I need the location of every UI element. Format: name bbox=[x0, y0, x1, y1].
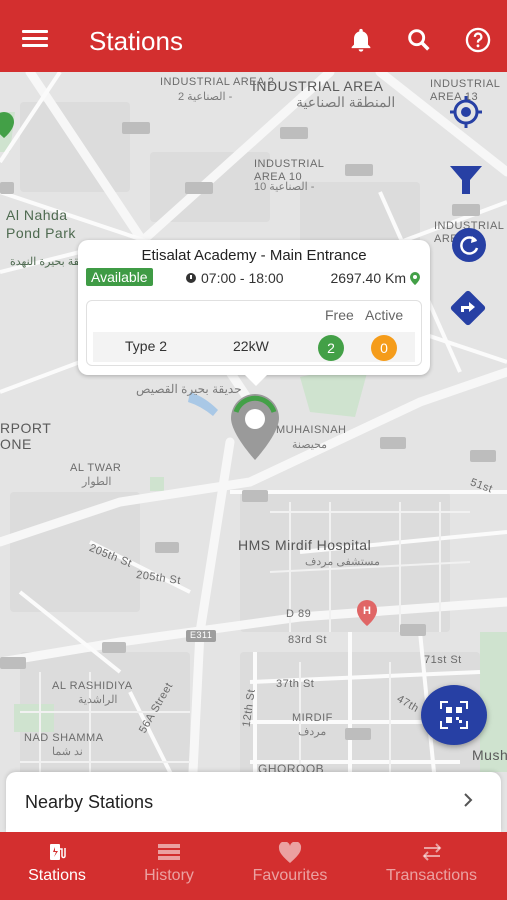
distance: 2697.40 Km bbox=[330, 270, 420, 286]
status-badge: Available bbox=[86, 268, 153, 286]
map-label: الطوار bbox=[82, 476, 112, 488]
bell-icon[interactable] bbox=[347, 26, 375, 54]
map-label: Mush bbox=[472, 747, 507, 763]
nearby-stations-panel[interactable]: Nearby Stations bbox=[6, 772, 501, 832]
transfer-icon bbox=[422, 843, 441, 861]
directions-icon[interactable] bbox=[448, 288, 488, 328]
chevron-right-icon bbox=[464, 793, 473, 807]
location-pin-icon bbox=[410, 271, 420, 285]
qr-code-icon bbox=[440, 701, 468, 729]
connector-row[interactable]: Type 2 22kW 2 0 bbox=[93, 332, 415, 362]
connector-power: 22kW bbox=[233, 338, 269, 354]
map-label: AL TWAR bbox=[70, 462, 122, 474]
map-label: الصناعية 2 - bbox=[178, 91, 233, 103]
nearby-stations-label: Nearby Stations bbox=[25, 792, 154, 812]
distance-text: 2697.40 Km bbox=[330, 270, 407, 286]
map-label: الصناعية 10 - bbox=[254, 181, 315, 193]
map-label: الراشدية bbox=[78, 694, 118, 706]
clock-icon bbox=[186, 273, 196, 283]
charging-station-icon bbox=[50, 844, 66, 860]
bottom-navigation: Stations History Favourites Transactions bbox=[0, 832, 507, 900]
list-icon bbox=[158, 844, 180, 860]
map-label: D 89 bbox=[286, 608, 312, 620]
nav-label: Favourites bbox=[252, 867, 328, 884]
refresh-icon[interactable] bbox=[451, 227, 487, 263]
map-label: 71st St bbox=[424, 654, 462, 666]
qr-scan-button[interactable] bbox=[421, 685, 487, 745]
nav-label: History bbox=[144, 867, 194, 884]
map-label: حديقة بحيرة القصيص bbox=[136, 382, 242, 396]
connector-type: Type 2 bbox=[125, 338, 168, 354]
connector-table: Free Active Type 2 22kW 2 0 bbox=[86, 300, 422, 366]
opening-hours: 07:00 - 18:00 bbox=[186, 270, 284, 286]
station-marker-icon[interactable] bbox=[228, 392, 282, 462]
nav-transactions[interactable]: Transactions bbox=[356, 832, 507, 900]
nav-history[interactable]: History bbox=[114, 832, 224, 900]
active-count: 0 bbox=[371, 335, 397, 361]
nav-label: Stations bbox=[28, 867, 86, 884]
free-header: Free bbox=[325, 307, 354, 323]
svg-text:H: H bbox=[363, 605, 371, 617]
nav-label: Transactions bbox=[386, 867, 477, 884]
hours-text: 07:00 - 18:00 bbox=[201, 270, 284, 286]
map-label: Al Nahda Pond Park bbox=[6, 207, 76, 241]
map-label: 37th St bbox=[276, 678, 315, 690]
map-label: مردف bbox=[298, 726, 327, 738]
free-count: 2 bbox=[318, 335, 344, 361]
map-label: AL RASHIDIYA bbox=[52, 680, 133, 692]
page-title: Stations bbox=[89, 26, 183, 56]
popup-pointer bbox=[244, 374, 268, 386]
heart-icon bbox=[278, 842, 302, 863]
map-label: NAD SHAMMA bbox=[24, 732, 104, 744]
map-label: ند شما bbox=[52, 746, 83, 758]
map-label: HMS Mirdif Hospital bbox=[238, 537, 372, 553]
map-label: 83rd St bbox=[288, 634, 327, 646]
map-label: E311 bbox=[190, 630, 213, 640]
map-label: محيصنة bbox=[292, 439, 328, 451]
map-label: المنطقة الصناعية bbox=[296, 94, 396, 110]
map-label: MUHAISNAH bbox=[276, 424, 347, 436]
map-label: مستشفى مردف bbox=[305, 556, 380, 568]
help-icon[interactable] bbox=[464, 26, 492, 54]
station-info-popup[interactable]: Etisalat Academy - Main Entrance Availab… bbox=[78, 240, 430, 375]
map-label: RPORT ONE bbox=[0, 420, 51, 452]
search-icon[interactable] bbox=[405, 26, 433, 54]
menu-icon[interactable] bbox=[22, 30, 48, 50]
active-header: Active bbox=[365, 307, 404, 323]
my-location-icon[interactable] bbox=[448, 94, 484, 130]
filter-icon[interactable] bbox=[448, 164, 484, 198]
nav-stations[interactable]: Stations bbox=[0, 832, 114, 900]
nav-favourites[interactable]: Favourites bbox=[224, 832, 356, 900]
top-app-bar: Stations bbox=[0, 0, 507, 72]
map-label: INDUSTRIAL AREA 2 bbox=[160, 76, 275, 88]
station-name: Etisalat Academy - Main Entrance bbox=[141, 247, 367, 264]
map-label: MIRDIF bbox=[292, 712, 333, 724]
